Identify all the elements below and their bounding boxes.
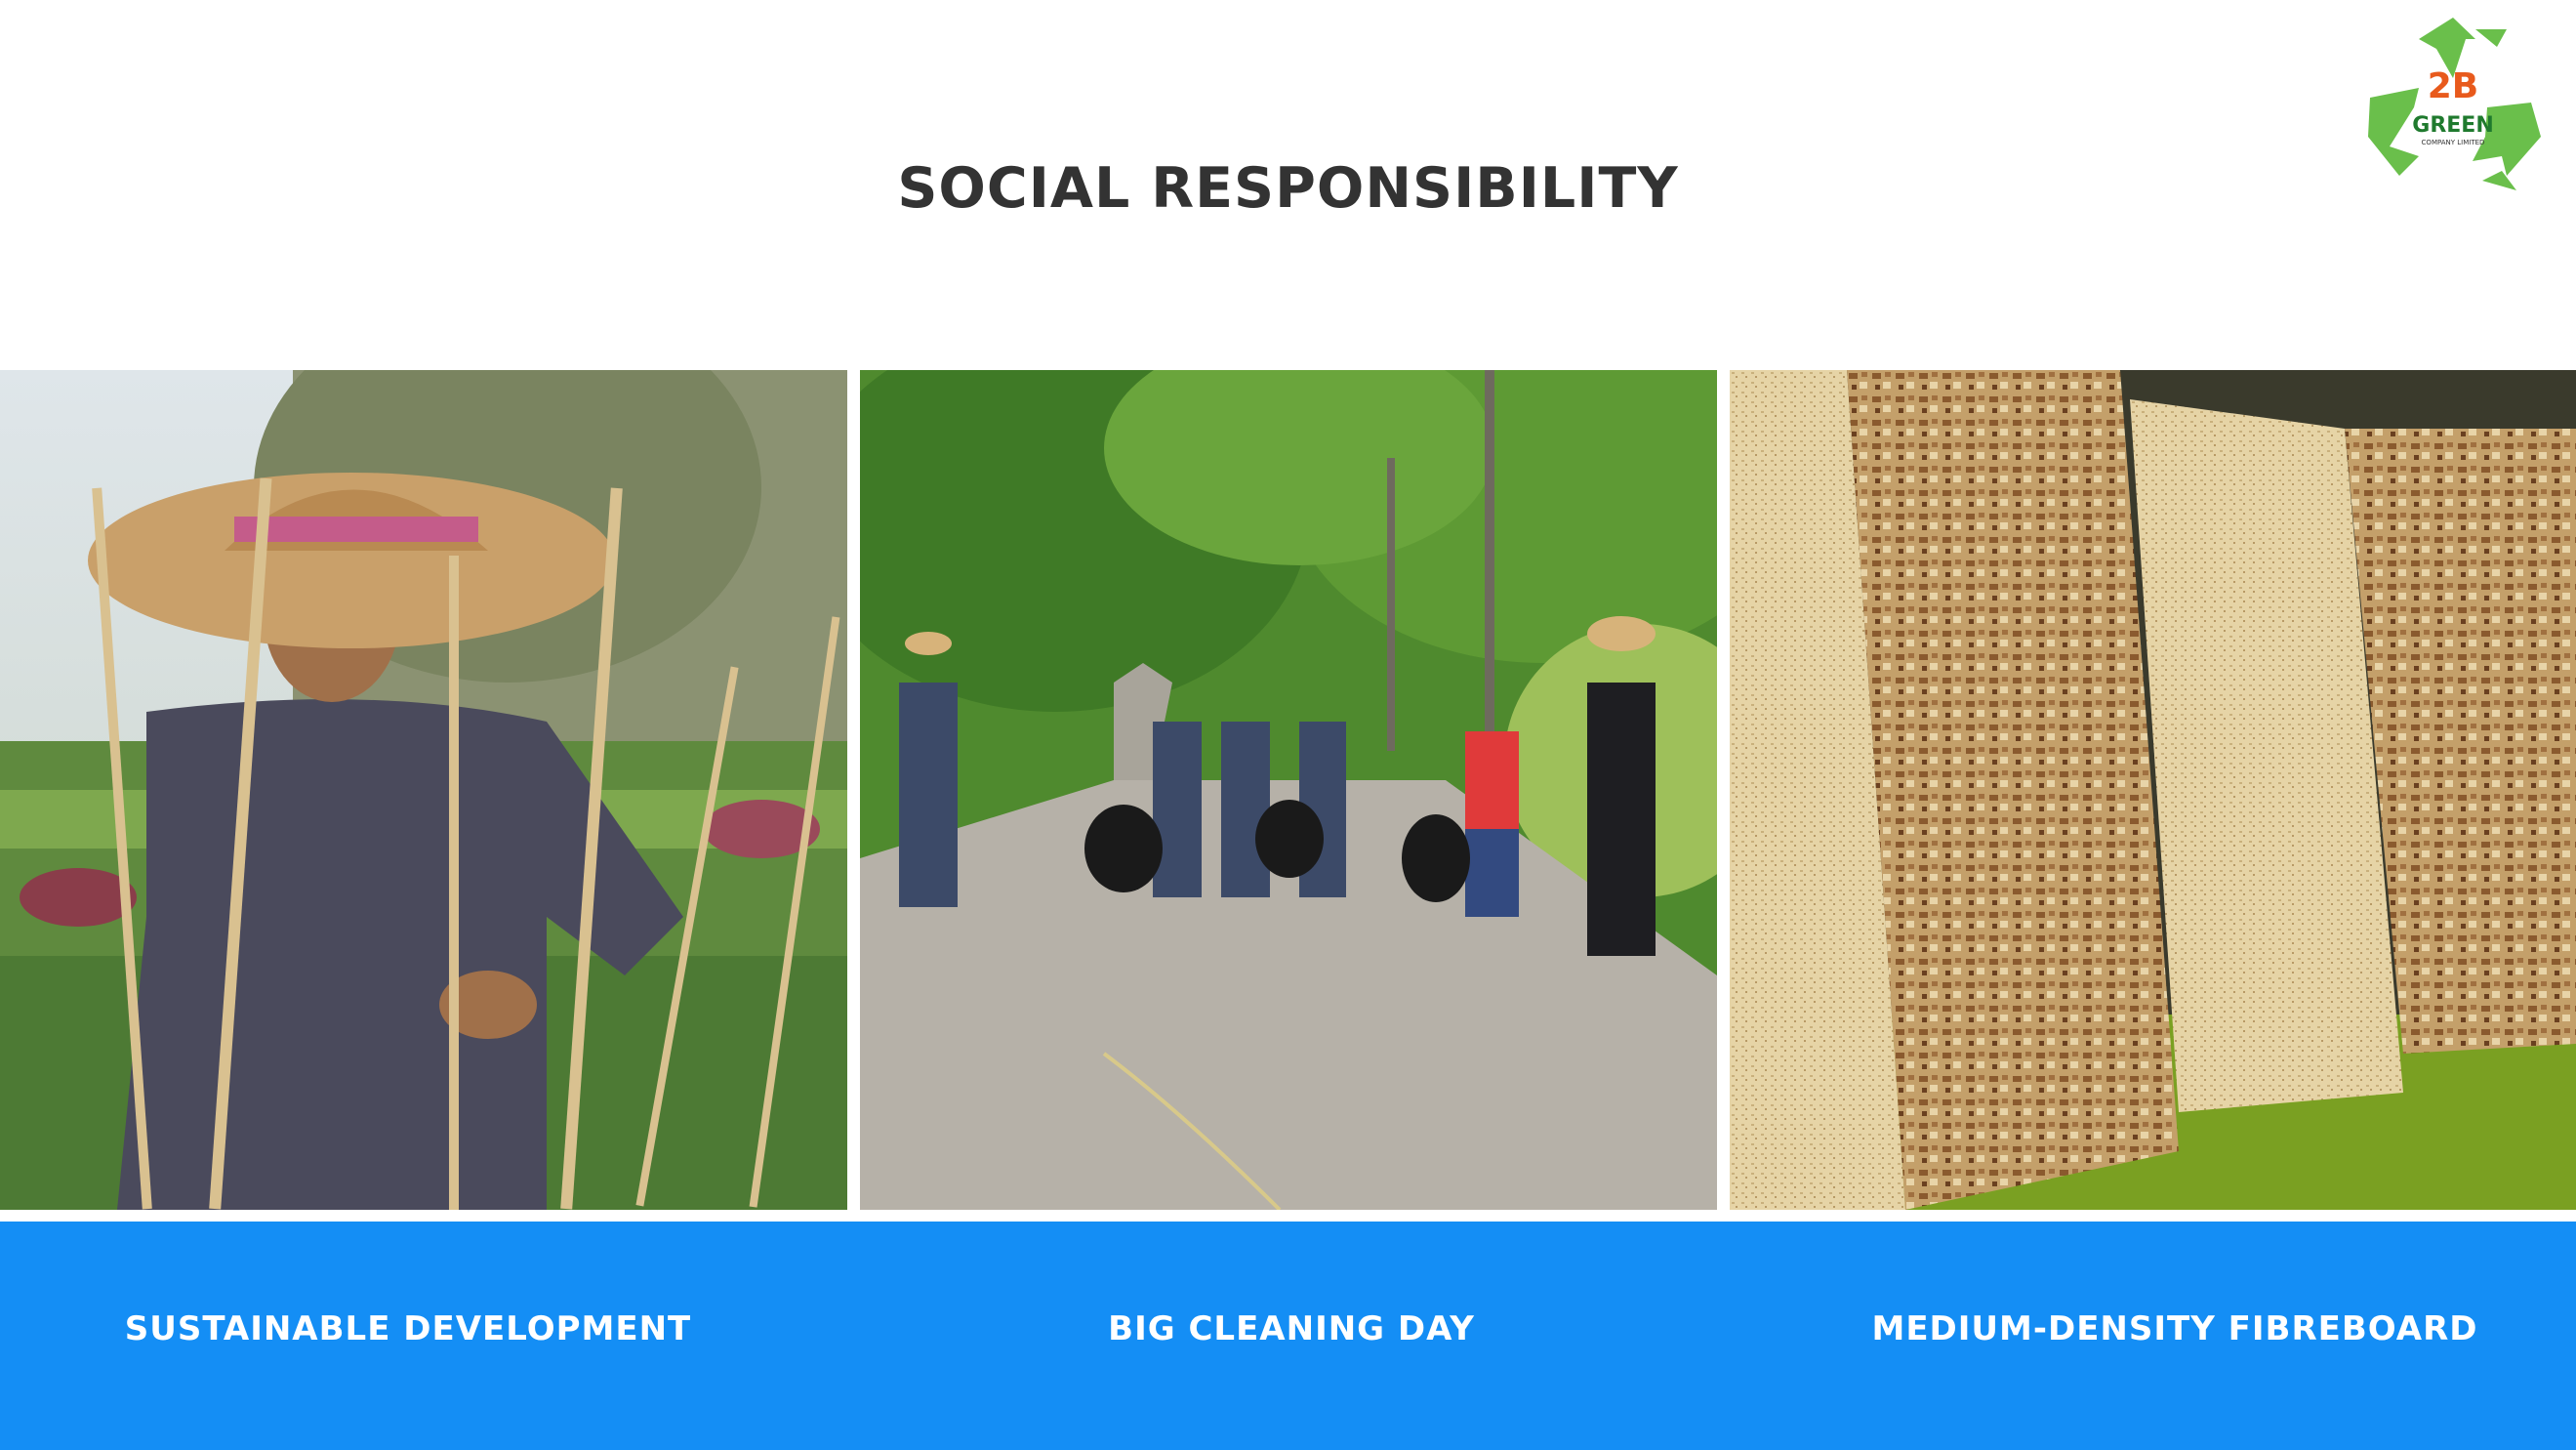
page-title: SOCIAL RESPONSIBILITY <box>897 156 1679 221</box>
farmer-photo <box>0 370 847 1210</box>
caption-medium-density-fibreboard: MEDIUM-DENSITY FIBREBOARD <box>1871 1309 2478 1348</box>
recycle-icon: 2B GREEN COMPANY LIMITED <box>2368 18 2541 190</box>
fibreboard-photo <box>1730 370 2576 1210</box>
logo-subtext: COMPANY LIMITED <box>2422 139 2485 146</box>
caption-sustainable-development: SUSTAINABLE DEVELOPMENT <box>124 1309 692 1348</box>
caption-big-cleaning-day: BIG CLEANING DAY <box>1108 1309 1475 1348</box>
logo-two: 2B <box>2428 66 2479 106</box>
company-logo: 2B GREEN COMPANY LIMITED <box>2360 10 2546 190</box>
svg-text:2B: 2B <box>2428 66 2479 106</box>
road-cleanup-photo <box>860 370 1717 1210</box>
logo-green-text: GREEN <box>2412 113 2493 138</box>
